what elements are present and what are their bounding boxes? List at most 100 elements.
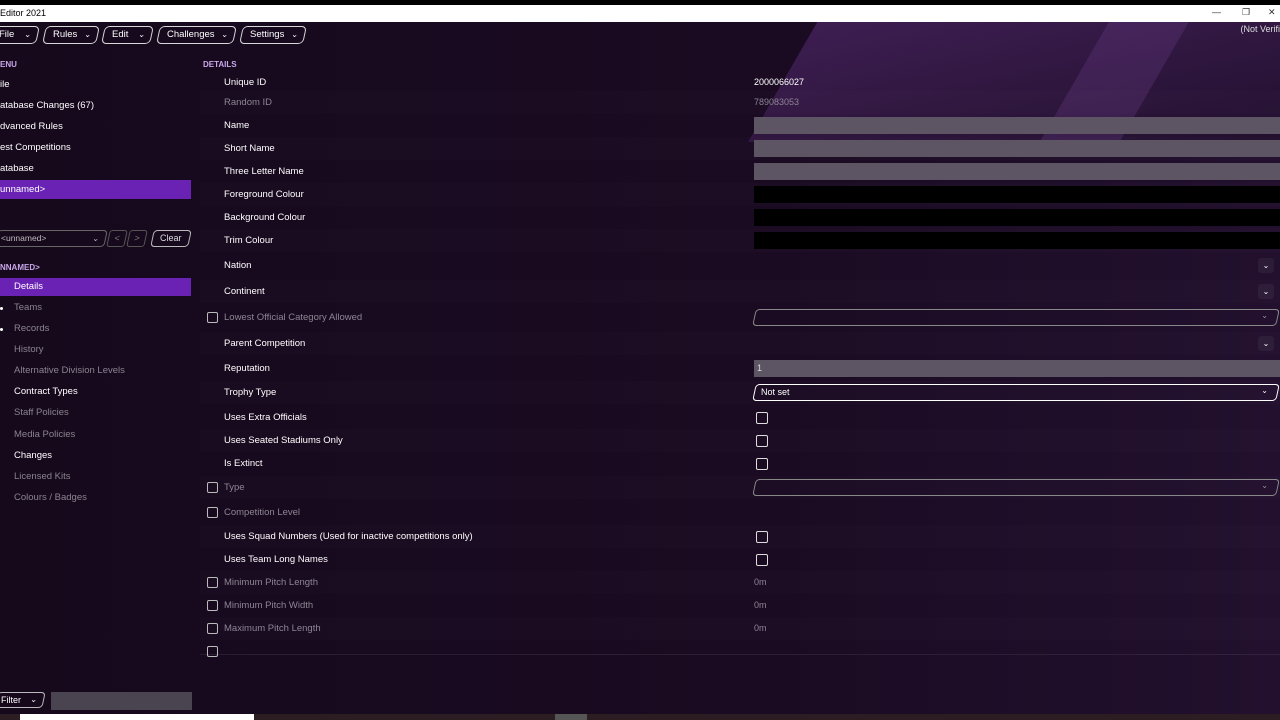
chevron-down-icon: ⌄ <box>92 234 99 243</box>
restore-icon[interactable]: ❐ <box>1242 7 1250 18</box>
lowest-official-category-dropdown[interactable] <box>752 309 1280 326</box>
section-heading: NNAMED> <box>0 263 40 272</box>
taskbar-item[interactable] <box>555 714 587 720</box>
sub-item-label: Media Policies <box>14 429 76 440</box>
type-checkbox[interactable] <box>207 482 218 493</box>
close-icon[interactable]: ✕ <box>1268 7 1276 18</box>
sidebar-item-database-changes[interactable]: atabase Changes (67) <box>0 96 191 115</box>
random-id-value: 789083053 <box>754 97 800 107</box>
foreground-colour-swatch[interactable] <box>754 186 1280 203</box>
sub-item-details[interactable]: Details <box>0 278 191 296</box>
sub-item-label: Details <box>14 281 44 292</box>
row-type: Type ⌄ <box>200 476 1280 499</box>
trim-colour-swatch[interactable] <box>754 232 1280 249</box>
nation-dropdown[interactable]: ⌄ <box>1258 258 1274 273</box>
uses-squad-numbers-checkbox[interactable] <box>756 531 768 543</box>
clear-button[interactable]: Clear <box>150 230 192 247</box>
row-random-id: Random ID 789083053 <box>200 91 1280 114</box>
menu-heading: ENU <box>0 60 17 69</box>
taskbar-item[interactable] <box>20 714 254 720</box>
uses-seated-stadiums-label: Uses Seated Stadiums Only <box>224 435 343 446</box>
lowest-official-category-checkbox[interactable] <box>207 312 218 323</box>
uses-squad-numbers-label: Uses Squad Numbers (Used for inactive co… <box>224 531 473 542</box>
uses-team-long-names-checkbox[interactable] <box>756 554 768 566</box>
details-heading: DETAILS <box>203 60 237 69</box>
row-continent: Continent ⌄ <box>200 280 1280 303</box>
foreground-colour-label: Foreground Colour <box>224 189 304 200</box>
sidebar-item-database[interactable]: atabase <box>0 159 191 178</box>
sub-item-label: Licensed Kits <box>14 471 71 482</box>
sub-item-colours-badges[interactable]: Colours / Badges <box>0 489 191 507</box>
competition-selector[interactable]: <unnamed> ⌄ <box>0 230 108 247</box>
max-pitch-width-checkbox[interactable] <box>207 646 218 657</box>
uses-extra-officials-checkbox[interactable] <box>756 412 768 424</box>
max-pitch-length-value: 0m <box>754 623 767 633</box>
sidebar-item-file[interactable]: ile <box>0 75 191 94</box>
reputation-input[interactable]: 1 <box>754 360 1280 377</box>
name-label: Name <box>224 120 250 131</box>
trophy-type-label: Trophy Type <box>224 387 277 398</box>
sidebar-item-test-competitions[interactable]: est Competitions <box>0 138 191 157</box>
three-letter-name-input[interactable] <box>754 163 1280 180</box>
sidebar-item-advanced-rules[interactable]: dvanced Rules <box>0 117 191 136</box>
short-name-label: Short Name <box>224 143 275 154</box>
taskbar <box>0 714 1280 720</box>
sub-item-contract-types[interactable]: Contract Types <box>0 383 191 401</box>
prev-button[interactable]: < <box>106 230 128 247</box>
filter-dropdown[interactable]: Filter ⌄ <box>0 692 46 708</box>
continent-label: Continent <box>224 286 265 297</box>
next-button[interactable]: > <box>126 230 148 247</box>
sidebar-item-unnamed[interactable]: unnamed> <box>0 180 191 199</box>
sub-item-media-policies[interactable]: Media Policies <box>0 426 191 444</box>
bullet-icon <box>0 307 3 310</box>
row-parent-competition: Parent Competition ⌄ <box>200 332 1280 355</box>
filter-input[interactable] <box>51 692 192 710</box>
short-name-input[interactable] <box>754 140 1280 157</box>
minimize-icon[interactable]: — <box>1212 7 1221 17</box>
selector-value: <unnamed> <box>0 233 47 243</box>
type-dropdown[interactable] <box>752 479 1280 496</box>
max-pitch-length-checkbox[interactable] <box>207 623 218 634</box>
row-uses-squad-numbers: Uses Squad Numbers (Used for inactive co… <box>200 525 1280 548</box>
clear-label: Clear <box>160 233 182 243</box>
competition-level-checkbox[interactable] <box>207 507 218 518</box>
name-input[interactable] <box>754 117 1280 134</box>
three-letter-name-label: Three Letter Name <box>224 166 304 177</box>
random-id-label: Random ID <box>224 97 273 108</box>
row-background-colour: Background Colour <box>200 206 1280 229</box>
type-label: Type <box>224 482 245 493</box>
trim-colour-label: Trim Colour <box>224 235 274 246</box>
background-colour-swatch[interactable] <box>754 209 1280 226</box>
uses-extra-officials-label: Uses Extra Officials <box>224 412 307 423</box>
trophy-type-value: Not set <box>761 387 790 397</box>
chevron-down-icon: ⌄ <box>30 695 37 704</box>
parent-competition-label: Parent Competition <box>224 338 306 349</box>
window-titlebar: Editor 2021 — ❐ ✕ <box>0 0 1280 22</box>
sub-item-staff-policies[interactable]: Staff Policies <box>0 404 191 422</box>
parent-competition-dropdown[interactable]: ⌄ <box>1258 336 1274 351</box>
background-colour-label: Background Colour <box>224 212 306 223</box>
continent-dropdown[interactable]: ⌄ <box>1258 284 1274 299</box>
row-max-pitch-length: Maximum Pitch Length 0m <box>200 617 1280 640</box>
sub-item-teams[interactable]: Teams <box>0 299 191 317</box>
uses-seated-stadiums-checkbox[interactable] <box>756 435 768 447</box>
row-min-pitch-width: Minimum Pitch Width 0m <box>200 594 1280 617</box>
sub-item-label: Contract Types <box>14 386 78 397</box>
min-pitch-width-label: Minimum Pitch Width <box>224 600 314 611</box>
sub-item-alternative-division-levels[interactable]: Alternative Division Levels <box>0 362 191 380</box>
chevron-down-icon: ⌄ <box>1261 311 1268 320</box>
sub-item-licensed-kits[interactable]: Licensed Kits <box>0 468 191 486</box>
trophy-type-dropdown[interactable]: Not set <box>752 384 1280 401</box>
sub-item-changes[interactable]: Changes <box>0 447 191 465</box>
is-extinct-checkbox[interactable] <box>756 458 768 470</box>
row-short-name: Short Name <box>200 137 1280 160</box>
min-pitch-width-checkbox[interactable] <box>207 600 218 611</box>
sub-item-history[interactable]: History <box>0 341 191 359</box>
row-uses-extra-officials: Uses Extra Officials <box>200 406 1280 429</box>
sub-item-label: History <box>14 344 44 355</box>
sub-item-records[interactable]: Records <box>0 320 191 338</box>
row-nation: Nation ⌄ <box>200 254 1280 277</box>
min-pitch-length-checkbox[interactable] <box>207 577 218 588</box>
competition-level-label: Competition Level <box>224 507 301 518</box>
lowest-official-category-label: Lowest Official Category Allowed <box>224 312 363 323</box>
